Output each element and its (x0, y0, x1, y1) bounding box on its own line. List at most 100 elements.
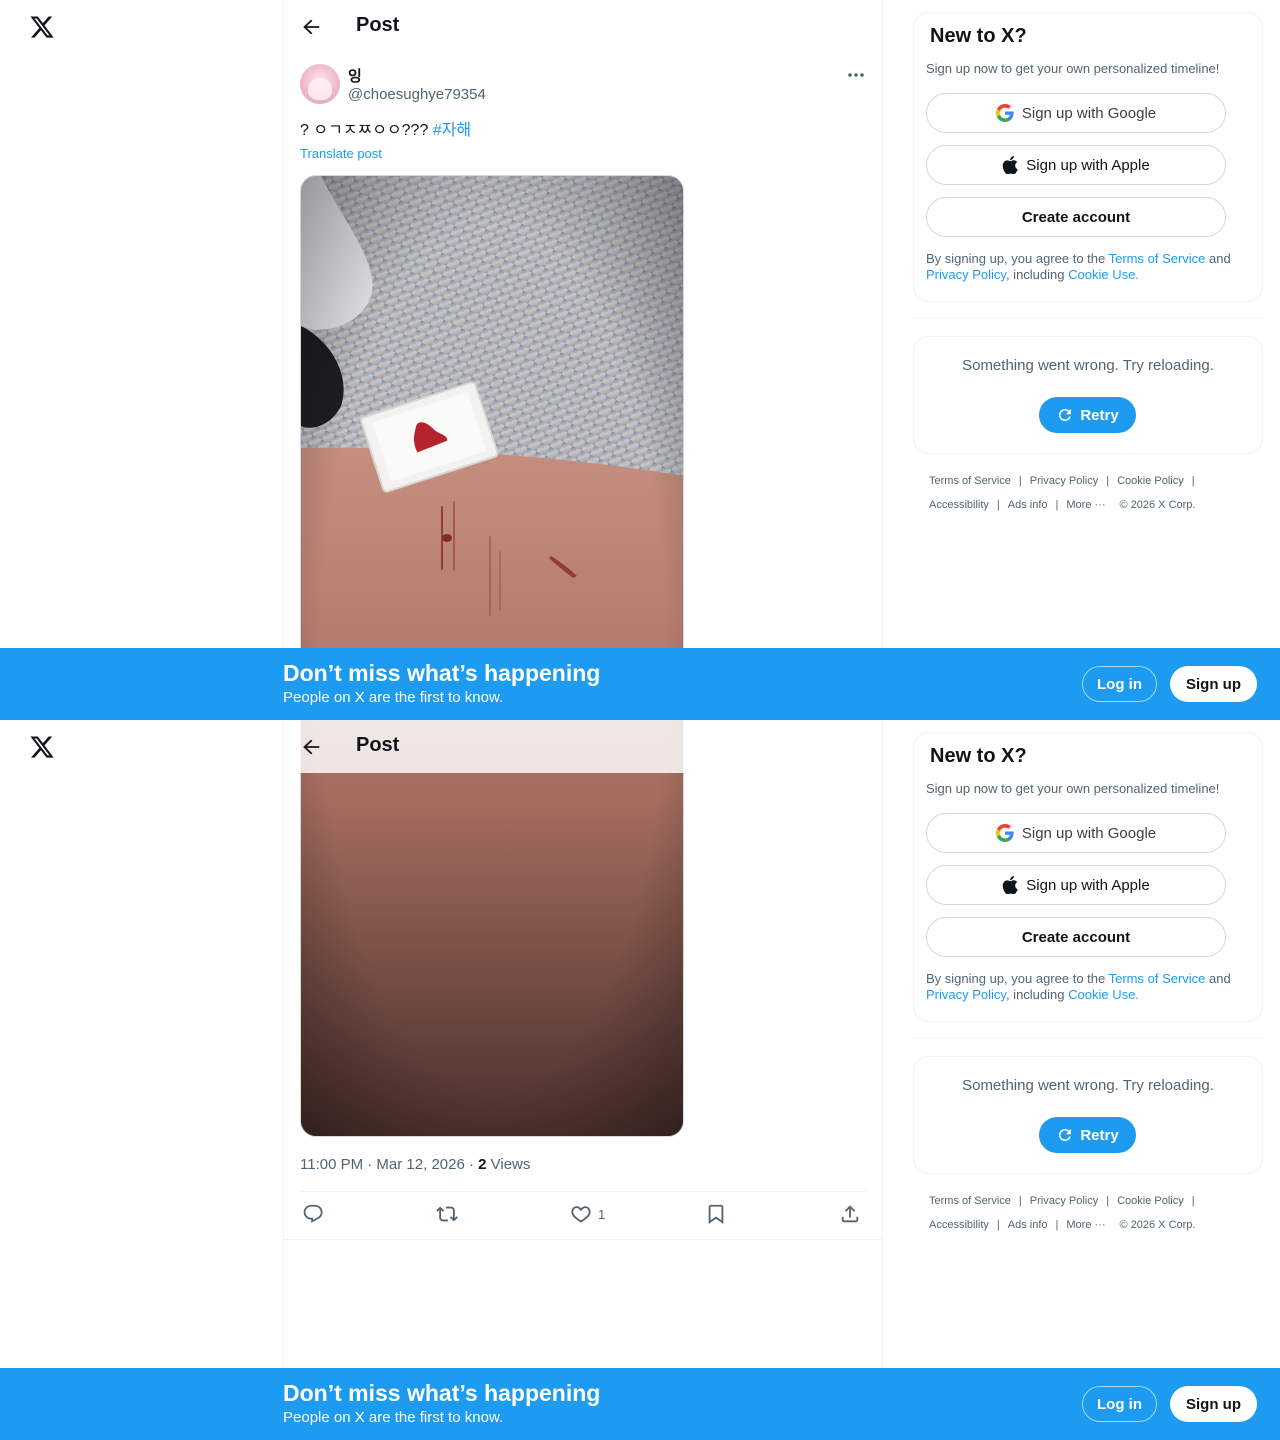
footer-copyright: © 2026 X Corp. (1119, 499, 1196, 511)
footer-terms-link[interactable]: Terms of Service (929, 1195, 1011, 1207)
like-count: 1 (598, 1206, 606, 1222)
footer-separator: | (1191, 475, 1195, 487)
like-button[interactable]: 1 (570, 1202, 605, 1226)
create-account-button[interactable]: Create account (926, 917, 1226, 957)
viewport-top: Post 잉 @choesughye79354 ? ㅇㄱㅈㅉㅇㅇ??? #자해 … (0, 0, 1280, 720)
signup-google-label: Sign up with Google (1021, 104, 1157, 122)
terms-of-service-link[interactable]: Terms of Service (1109, 251, 1206, 266)
create-account-label: Create account (1021, 928, 1131, 946)
signup-card: New to X? Sign up now to get your own pe… (913, 12, 1263, 302)
post-image[interactable] (300, 175, 684, 720)
post-image[interactable] (300, 720, 684, 1137)
footer-privacy-link[interactable]: Privacy Policy (1030, 475, 1098, 487)
banner-subtitle: People on X are the first to know. (283, 689, 504, 706)
signup-card-subtitle: Sign up now to get your own personalized… (926, 781, 1220, 796)
reply-icon (303, 1204, 323, 1223)
signup-google-label: Sign up with Google (1021, 824, 1157, 842)
create-account-label: Create account (1021, 208, 1131, 226)
footer-separator: | (1106, 1195, 1110, 1207)
privacy-policy-link[interactable]: Privacy Policy (926, 987, 1006, 1002)
signup-apple-label: Sign up with Apple (1026, 156, 1150, 174)
back-arrow-icon[interactable] (300, 16, 322, 38)
repost-button[interactable] (436, 1202, 458, 1226)
footer-copyright: © 2026 X Corp. (1119, 1219, 1196, 1231)
bookmark-icon (708, 1204, 724, 1224)
terms-and: and (1205, 251, 1231, 266)
footer-cookie-link[interactable]: Cookie Policy (1117, 1195, 1184, 1207)
footer-links: Terms of Service | Privacy Policy | Cookie… (929, 469, 1249, 517)
cookie-use-link[interactable]: Cookie Use. (1068, 987, 1139, 1002)
terms-including: , including (1005, 267, 1069, 282)
translate-post-link[interactable]: Translate post (300, 146, 382, 161)
x-logo-icon[interactable] (29, 734, 55, 760)
footer-accessibility-link[interactable]: Accessibility (929, 1219, 989, 1231)
google-icon (995, 824, 1014, 842)
terms-and: and (1205, 971, 1231, 986)
page-title: Post (356, 734, 400, 756)
post-timestamp: 11:00 PM · Mar 12, 2026 · 2 Views (300, 1156, 530, 1173)
back-arrow-icon[interactable] (300, 736, 322, 758)
actions-divider-top (300, 1191, 866, 1192)
cookie-use-link[interactable]: Cookie Use. (1068, 267, 1139, 282)
hashtag-link[interactable]: #자해 (433, 122, 471, 139)
signup-button[interactable]: Sign up (1170, 666, 1257, 702)
signup-google-button[interactable]: Sign up with Google (926, 93, 1226, 133)
bookmark-button[interactable] (705, 1202, 727, 1226)
terms-including: , including (1005, 987, 1069, 1002)
create-account-button[interactable]: Create account (926, 197, 1226, 237)
footer-links: Terms of Service | Privacy Policy | Cookie… (929, 1189, 1249, 1237)
signup-apple-label: Sign up with Apple (1026, 876, 1150, 894)
more-icon[interactable] (846, 68, 866, 82)
share-button[interactable] (839, 1202, 861, 1226)
footer-separator: | (1055, 499, 1059, 511)
terms-of-service-link[interactable]: Terms of Service (1109, 971, 1206, 986)
terms-prefix: By signing up, you agree to the (926, 971, 1109, 986)
author-display-name[interactable]: 잉 (348, 65, 362, 86)
footer-ads-link[interactable]: Ads info (1008, 499, 1048, 511)
reply-button[interactable] (302, 1202, 324, 1226)
login-banner: Don’t miss what’s happening People on X … (0, 1368, 1280, 1440)
footer-ads-link[interactable]: Ads info (1008, 1219, 1048, 1231)
privacy-policy-link[interactable]: Privacy Policy (926, 267, 1006, 282)
footer-more-link[interactable]: More ··· (1066, 499, 1105, 511)
post-header: Post (284, 720, 882, 773)
post-header: Post (284, 0, 882, 53)
login-button[interactable]: Log in (1082, 1386, 1157, 1422)
footer-separator: | (1018, 475, 1022, 487)
signup-card: New to X? Sign up now to get your own pe… (913, 732, 1263, 1022)
apple-icon (1003, 876, 1018, 894)
avatar[interactable] (300, 64, 340, 104)
footer-more-link[interactable]: More ··· (1066, 1219, 1105, 1231)
retry-button[interactable]: Retry (1039, 1117, 1136, 1153)
repost-icon (436, 1206, 458, 1222)
post-time[interactable]: 11:00 PM · Mar 12, 2026 · (300, 1156, 478, 1173)
page-title: Post (356, 14, 400, 36)
signup-terms: By signing up, you agree to the Terms of… (926, 971, 1256, 1003)
footer-accessibility-link[interactable]: Accessibility (929, 499, 989, 511)
signup-card-subtitle: Sign up now to get your own personalized… (926, 61, 1220, 76)
signup-apple-button[interactable]: Sign up with Apple (926, 145, 1226, 185)
footer-terms-link[interactable]: Terms of Service (929, 475, 1011, 487)
login-banner: Don’t miss what’s happening People on X … (0, 648, 1280, 720)
x-logo-icon[interactable] (29, 14, 55, 40)
author-handle[interactable]: @choesughye79354 (348, 86, 486, 103)
post-body: ? ㅇㄱㅈㅉㅇㅇ??? (300, 122, 433, 139)
footer-separator: | (1191, 1195, 1195, 1207)
retry-label: Retry (1080, 406, 1119, 424)
like-icon (571, 1206, 591, 1223)
signup-google-button[interactable]: Sign up with Google (926, 813, 1226, 853)
login-button[interactable]: Log in (1082, 666, 1157, 702)
sidebar-divider (913, 318, 1263, 319)
error-card: Something went wrong. Try reloading. Ret… (913, 336, 1263, 454)
signup-card-title: New to X? (930, 25, 1027, 47)
retry-button[interactable]: Retry (1039, 397, 1136, 433)
views-label: Views (486, 1156, 531, 1173)
footer-cookie-link[interactable]: Cookie Policy (1117, 475, 1184, 487)
signup-card-title: New to X? (930, 745, 1027, 767)
signup-button[interactable]: Sign up (1170, 1386, 1257, 1422)
footer-separator: | (1106, 475, 1110, 487)
footer-privacy-link[interactable]: Privacy Policy (1030, 1195, 1098, 1207)
share-icon (841, 1205, 859, 1223)
signup-apple-button[interactable]: Sign up with Apple (926, 865, 1226, 905)
banner-title: Don’t miss what’s happening (283, 660, 601, 686)
